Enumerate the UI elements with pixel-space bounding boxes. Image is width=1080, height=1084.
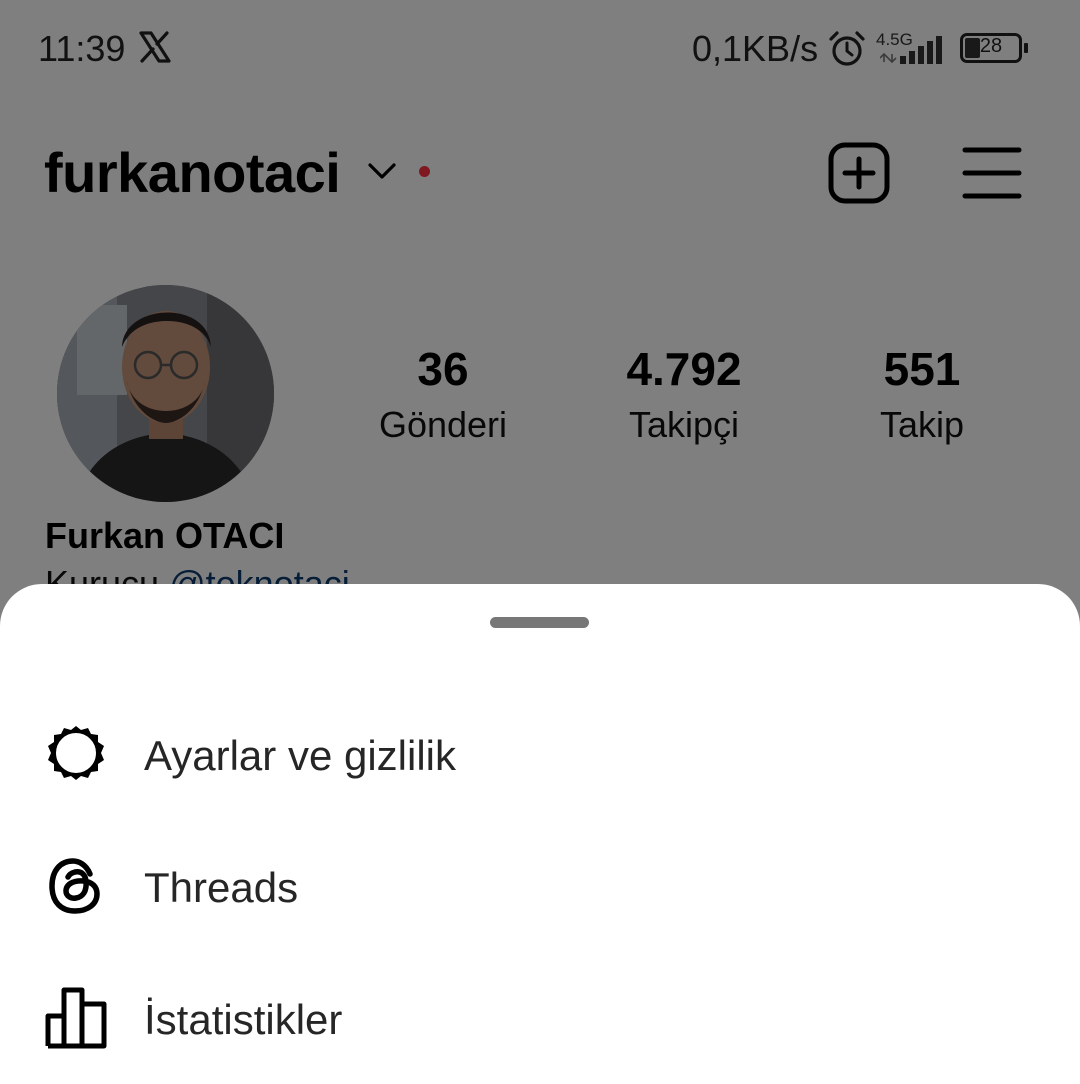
profile-screen: 11:39 0,1KB/s 4.5G — [0, 0, 1080, 1080]
drag-handle[interactable] — [490, 617, 589, 628]
menu-item-insights-label: İstatistikler — [144, 996, 343, 1043]
menu-item-threads-label: Threads — [144, 864, 299, 911]
threads-icon — [44, 854, 108, 918]
options-bottom-sheet: Ayarlar ve gizlilik Threads İstatistikle… — [0, 584, 1080, 1080]
menu-item-threads[interactable]: Threads — [0, 820, 1080, 952]
bar-chart-icon — [44, 986, 108, 1050]
menu-item-settings-label: Ayarlar ve gizlilik — [144, 732, 456, 779]
menu-item-settings[interactable]: Ayarlar ve gizlilik — [0, 688, 1080, 820]
menu-item-insights[interactable]: İstatistikler — [0, 952, 1080, 1084]
gear-icon — [44, 722, 108, 786]
